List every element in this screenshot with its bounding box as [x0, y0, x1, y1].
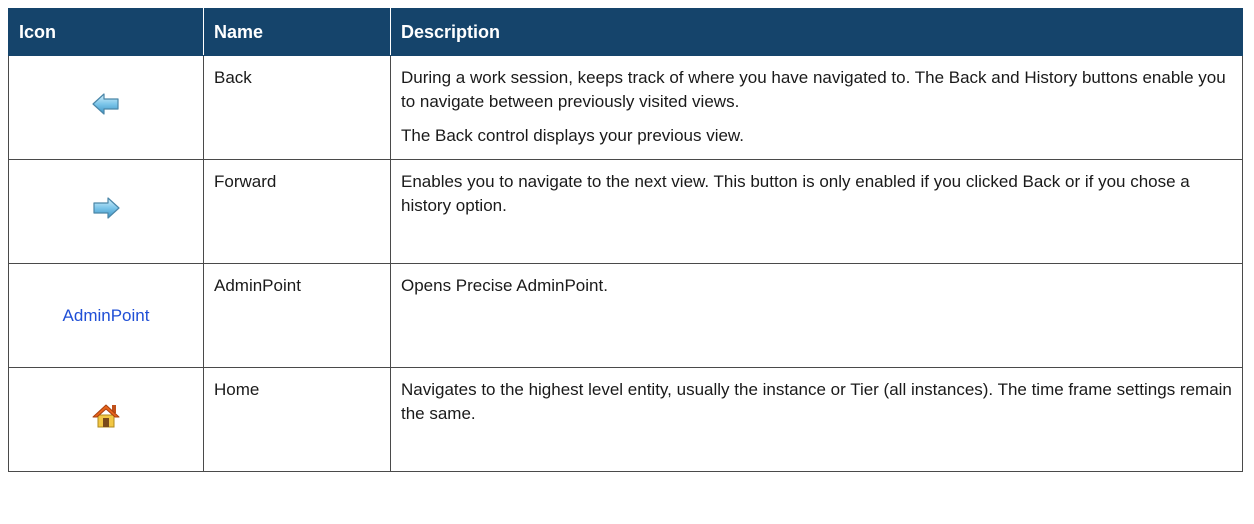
icon-cell-back: [8, 55, 204, 160]
description-cell-forward: Enables you to navigate to the next view…: [390, 159, 1243, 264]
header-name: Name: [203, 8, 391, 56]
description-text: Navigates to the highest level entity, u…: [401, 380, 1232, 423]
name-cell-back: Back: [203, 55, 391, 160]
description-cell-adminpoint: Opens Precise AdminPoint.: [390, 263, 1243, 368]
toolbar-icons-table: Icon Name Description Back During a work…: [8, 8, 1243, 472]
table-header-row: Icon Name Description: [8, 8, 1243, 56]
description-text: Opens Precise AdminPoint.: [401, 276, 608, 295]
name-cell-forward: Forward: [203, 159, 391, 264]
header-description: Description: [390, 8, 1243, 56]
table-row-adminpoint: AdminPoint AdminPoint Opens Precise Admi…: [8, 263, 1243, 368]
icon-cell-home: [8, 367, 204, 472]
description-cell-home: Navigates to the highest level entity, u…: [390, 367, 1243, 472]
description-text: During a work session, keeps track of wh…: [401, 68, 1226, 111]
icon-cell-forward: [8, 159, 204, 264]
name-cell-home: Home: [203, 367, 391, 472]
description-text: Enables you to navigate to the next view…: [401, 172, 1190, 215]
description-cell-back: During a work session, keeps track of wh…: [390, 55, 1243, 160]
adminpoint-link-icon: AdminPoint: [62, 305, 150, 325]
forward-arrow-icon: [93, 197, 120, 219]
table-row-forward: Forward Enables you to navigate to the n…: [8, 159, 1243, 264]
table-row-home: Home Navigates to the highest level enti…: [8, 367, 1243, 472]
header-icon: Icon: [8, 8, 204, 56]
name-cell-adminpoint: AdminPoint: [203, 263, 391, 368]
back-arrow-icon: [92, 93, 119, 115]
description-text: The Back control displays your previous …: [401, 126, 744, 145]
icon-cell-adminpoint: AdminPoint: [8, 263, 204, 368]
table-row-back: Back During a work session, keeps track …: [8, 55, 1243, 160]
home-icon: [92, 404, 120, 428]
